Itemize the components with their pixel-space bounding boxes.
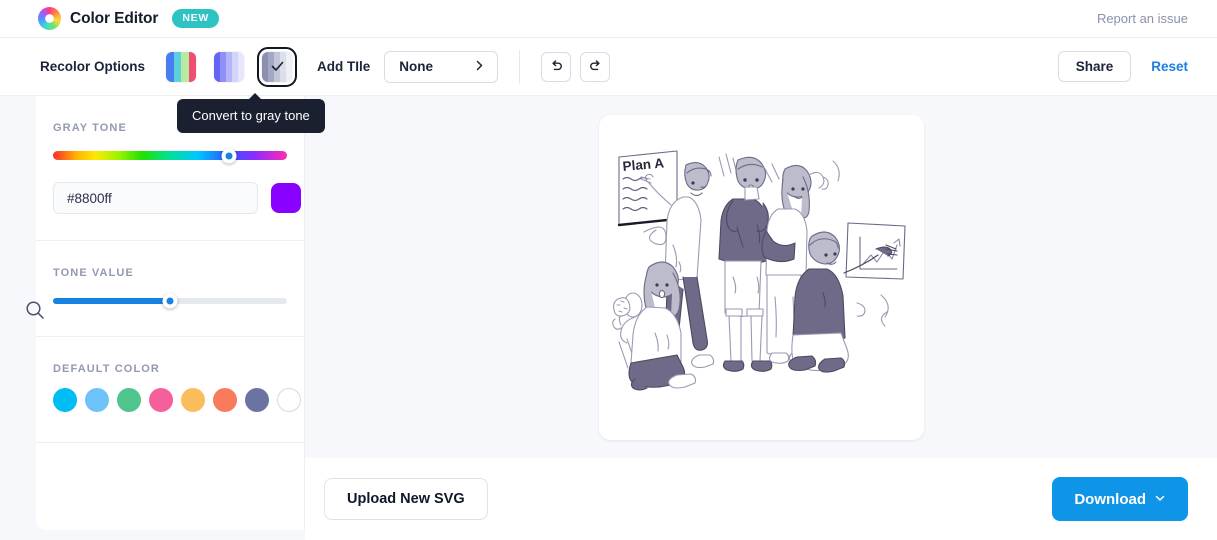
swatch-multicolor-preview: [165, 50, 198, 83]
recolor-options-label: Recolor Options: [40, 59, 146, 74]
team-planning-illustration: Plan A: [612, 150, 906, 391]
swatch-gray-tone[interactable]: [257, 46, 298, 87]
whiteboard-text: Plan A: [622, 155, 665, 174]
tone-value-fill: [53, 298, 170, 304]
add-tile-select[interactable]: None: [384, 50, 499, 83]
hue-slider-thumb[interactable]: [221, 148, 236, 163]
color-preview-swatch[interactable]: [271, 183, 301, 213]
default-color-dot[interactable]: [181, 388, 205, 412]
chevron-right-icon: [474, 59, 485, 74]
default-color-dot[interactable]: [277, 388, 301, 412]
recolor-swatch-list: [161, 46, 298, 87]
default-color-dot[interactable]: [85, 388, 109, 412]
default-color-dot[interactable]: [213, 388, 237, 412]
tone-value-section: TONE VALUE: [36, 241, 304, 309]
upload-new-svg-button[interactable]: Upload New SVG: [324, 478, 488, 520]
reset-button[interactable]: Reset: [1151, 59, 1188, 74]
default-color-dot[interactable]: [245, 388, 269, 412]
color-wheel-icon: [38, 7, 61, 30]
default-color-dot[interactable]: [117, 388, 141, 412]
share-button[interactable]: Share: [1057, 51, 1132, 82]
hex-color-row: [53, 182, 301, 240]
download-button[interactable]: Download: [1052, 477, 1188, 521]
artwork-card[interactable]: Plan A: [598, 114, 924, 440]
redo-button[interactable]: [580, 51, 611, 82]
brand: Color Editor NEW: [0, 7, 219, 30]
tooltip-convert-gray-tone: Convert to gray tone: [177, 93, 325, 133]
chevron-down-icon: [1154, 491, 1166, 508]
add-tile-group: Add TIle None: [297, 38, 499, 96]
swatch-gray-tone-preview: [261, 50, 294, 83]
sidebar: GRAY TONE TONE VALUE DEFAULT CO: [36, 96, 305, 530]
report-issue-link[interactable]: Report an issue: [1097, 11, 1217, 26]
swatch-multicolor[interactable]: [161, 47, 201, 87]
history-group: [541, 38, 619, 96]
default-color-title: DEFAULT COLOR: [53, 363, 160, 375]
search-icon[interactable]: [21, 296, 49, 324]
undo-button[interactable]: [541, 51, 572, 82]
recolor-options-group: Recolor Options: [0, 38, 298, 96]
default-color-list: [53, 388, 301, 442]
hue-slider[interactable]: [53, 148, 287, 163]
toolbar-actions: Share Reset: [1057, 51, 1217, 82]
page-title: Color Editor: [70, 9, 159, 27]
hex-color-input[interactable]: [53, 182, 258, 214]
default-color-dot[interactable]: [149, 388, 173, 412]
tone-value-title: TONE VALUE: [53, 267, 134, 279]
tone-value-thumb[interactable]: [162, 293, 178, 309]
footer-actions: Upload New SVG Download: [305, 458, 1217, 540]
tone-value-slider[interactable]: [53, 293, 287, 309]
swatch-monochrome[interactable]: [209, 47, 249, 87]
status-badge: NEW: [172, 9, 219, 28]
add-tile-label: Add TIle: [317, 59, 371, 74]
toolbar-divider: [519, 49, 521, 84]
body: GRAY TONE TONE VALUE DEFAULT CO: [0, 96, 1217, 540]
download-label: Download: [1074, 490, 1146, 508]
color-editor-app: Color Editor NEW Report an issue Recolor…: [0, 0, 1217, 540]
default-color-section: DEFAULT COLOR: [36, 337, 304, 442]
swatch-monochrome-preview: [213, 50, 246, 83]
canvas-area: Plan A: [305, 96, 1217, 458]
toolbar: Recolor Options Add TIle None Share Rese…: [0, 38, 1217, 96]
sidebar-divider-3: [36, 442, 304, 443]
app-header: Color Editor NEW Report an issue: [0, 0, 1217, 38]
default-color-dot[interactable]: [53, 388, 77, 412]
add-tile-value: None: [399, 59, 434, 74]
